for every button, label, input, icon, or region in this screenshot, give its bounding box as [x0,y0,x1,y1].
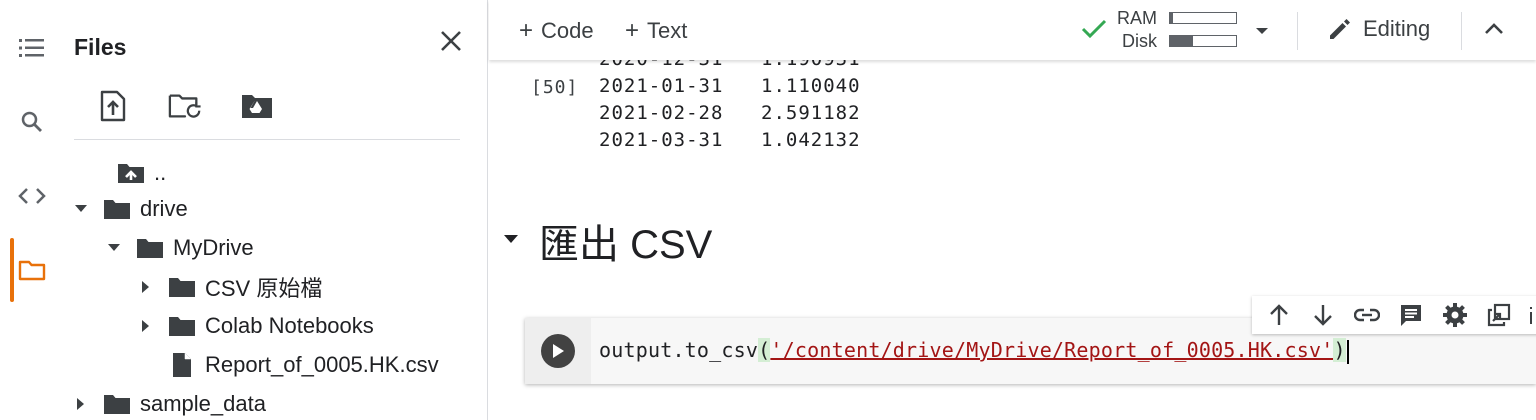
file-icon [167,352,197,378]
tree-item-drive[interactable]: drive [70,192,188,226]
ram-usage-bar[interactable] [1169,12,1237,24]
ram-label: RAM [1117,8,1157,28]
add-text-button[interactable]: + Text [625,17,687,45]
folder-icon [102,196,132,222]
run-gutter [525,318,591,384]
caret-right-icon[interactable] [135,276,157,298]
output-date: 2021-01-31 [599,75,724,97]
cell-output: 2020-12-311.190931 2021-01-31 1.110040 20… [599,60,861,154]
add-code-label: Code [541,18,594,43]
toc-icon[interactable] [12,28,52,68]
left-rail [0,0,60,420]
execution-count: [50] [531,77,579,98]
upload-icon[interactable] [96,88,130,124]
output-row: 2021-01-31 1.110040 [599,73,861,100]
tree-item-label: CSV 原始檔 [205,276,323,301]
code-editor[interactable]: output.to_csv('/content/drive/MyDrive/Re… [599,338,1349,364]
ram-usage-fill [1170,13,1174,23]
tree-item-parent[interactable]: .. [84,156,166,190]
play-icon [553,344,564,358]
notebook-area: [50] 2020-12-311.190931 2021-01-31 1.1100… [489,60,1536,420]
mirror-cell-icon[interactable] [1482,298,1516,332]
parent-folder-icon [116,160,146,186]
output-value: 1.190931 [761,60,861,73]
section-collapse-icon[interactable] [503,232,519,250]
section-title: 匯出 CSV [539,223,713,267]
move-up-icon[interactable] [1262,298,1296,332]
code-snippets-icon[interactable] [12,176,52,216]
files-toolbar [96,88,274,124]
resources-dropdown-icon[interactable] [1255,20,1269,45]
output-row: 2021-02-28 2.591182 [599,100,861,127]
add-code-button[interactable]: + Code [519,17,594,45]
files-panel: Files .. drive MyDrive CSV 原始檔 Colab Not… [60,0,488,420]
toolbar-divider [1461,12,1462,50]
output-date: 2021-02-28 [599,102,724,124]
pencil-icon [1330,19,1350,39]
caret-down-icon[interactable] [70,198,92,220]
section-heading: 匯出 CSV [503,212,712,270]
tree-item-label: MyDrive [173,235,254,260]
toolbar-divider [1297,12,1298,50]
move-down-icon[interactable] [1306,298,1340,332]
add-text-label: Text [647,18,688,43]
folder-icon [135,235,165,261]
plus-icon: + [625,17,640,44]
output-value: 1.042132 [761,129,861,151]
code-close-paren: ) [1333,338,1346,362]
code-open-paren: ( [758,338,771,362]
tree-item-label: Colab Notebooks [205,313,374,338]
tree-item-label: sample_data [140,391,266,416]
comment-icon[interactable] [1394,298,1428,332]
tree-item-label: Report_of_0005.HK.csv [205,352,439,377]
close-icon[interactable] [434,24,468,58]
run-cell-button[interactable] [541,334,575,368]
settings-gear-icon[interactable] [1438,298,1472,332]
more-icon[interactable] [1526,298,1536,332]
link-icon[interactable] [1350,298,1384,332]
caret-right-icon[interactable] [70,393,92,415]
connected-check-icon[interactable] [1081,18,1107,45]
folder-icon [167,274,197,300]
output-row: 2020-12-311.190931 [599,60,861,73]
files-divider [74,139,460,140]
tree-item-colab-notebooks[interactable]: Colab Notebooks [135,309,374,343]
code-function: output.to_csv [599,338,759,362]
tree-item-sample-data[interactable]: sample_data [70,387,266,420]
folder-icon [167,313,197,339]
output-date: 2021-03-31 [599,129,724,151]
editing-label: Editing [1363,16,1431,41]
tree-item-label: drive [140,196,188,221]
folder-icon[interactable] [12,250,52,290]
tree-item-csv-folder[interactable]: CSV 原始檔 [135,270,322,304]
collapse-header-icon[interactable] [1483,18,1505,45]
output-date: 2020-12-31 [599,60,761,73]
text-cursor [1346,339,1349,364]
caret-down-icon[interactable] [103,237,125,259]
editing-mode-button[interactable]: Editing [1327,16,1430,42]
caret-right-icon[interactable] [135,315,157,337]
disk-label: Disk [1122,31,1157,51]
tree-item-mydrive[interactable]: MyDrive [103,231,254,265]
output-row: 2021-03-31 1.042132 [599,127,861,154]
output-value: 2.591182 [761,102,861,124]
folder-icon [102,391,132,417]
files-title: Files [74,34,127,60]
notebook-toolbar: + Code + Text RAM Disk Editing [489,0,1536,60]
disk-usage-fill [1170,36,1194,46]
disk-usage-bar[interactable] [1169,35,1237,47]
search-icon[interactable] [12,102,52,142]
tree-item-report-csv[interactable]: Report_of_0005.HK.csv [135,348,439,382]
cell-toolbar [1252,296,1536,334]
plus-icon: + [519,17,534,44]
mount-drive-icon[interactable] [240,88,274,124]
refresh-folder-icon[interactable] [168,88,202,124]
tree-item-label: .. [154,160,167,185]
output-value: 1.110040 [761,75,861,97]
code-string: '/content/drive/MyDrive/Report_of_0005.H… [770,338,1334,362]
